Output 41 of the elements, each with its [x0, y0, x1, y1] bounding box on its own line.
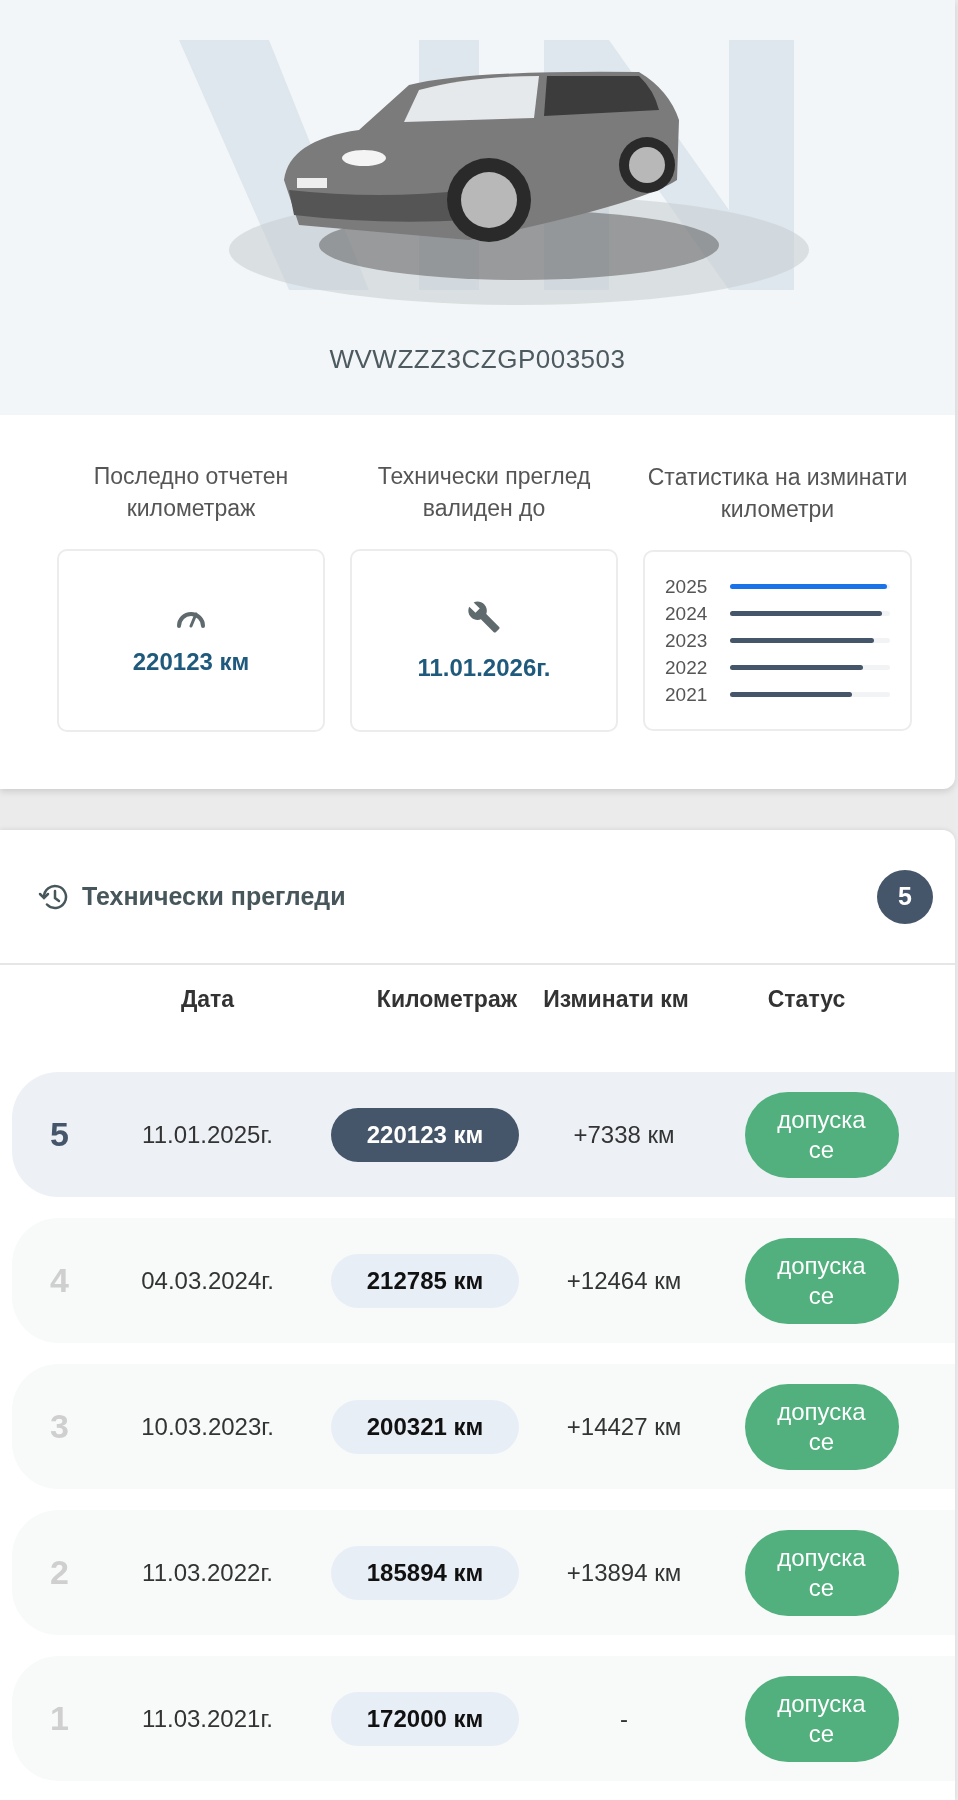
column-header: Километраж [376, 986, 517, 1012]
stat-label: Статистика на изминати километри [646, 463, 909, 524]
stat-value: 11.01.2026г. [417, 653, 551, 682]
status-pill: допуска се [744, 1091, 899, 1178]
history-icon [38, 882, 68, 911]
stat-label: Технически преглед валиден до [376, 462, 592, 523]
row-number: 5 [50, 1115, 70, 1154]
date-cell-text: 10.03.2023г. [140, 1412, 275, 1441]
count-badge: 5 [877, 869, 933, 924]
column-header: Изминати км [542, 985, 690, 1013]
distance-cell-text: +7338 км [572, 1120, 676, 1149]
mileage-pill: 200321 км [331, 1399, 519, 1454]
year-label: 2023 [665, 629, 709, 652]
wrench-icon [467, 599, 501, 634]
mileage-pill: 185894 км [331, 1545, 519, 1600]
mileage-pill: 212785 км [331, 1253, 519, 1308]
stat-value: 220123 км [132, 647, 250, 676]
status-pill: допуска се [744, 1529, 899, 1616]
distance-cell-text: - [619, 1704, 629, 1733]
status-pill: допуска се [744, 1675, 899, 1762]
date-cell-text: 11.03.2022г. [141, 1558, 274, 1587]
distance-cell-text: +12464 км [565, 1266, 683, 1295]
mileage-pill: 172000 км [331, 1691, 519, 1746]
vin-number: WVWZZZ3CZGP003503 [329, 344, 626, 375]
date-cell-text: 11.03.2021г. [141, 1704, 274, 1733]
date-cell-text: 11.01.2025г. [141, 1120, 274, 1149]
distance-cell-text: +14427 км [565, 1412, 683, 1441]
status-pill: допуска се [744, 1237, 899, 1324]
distance-cell-text: +13894 км [565, 1558, 683, 1587]
year-label: 2021 [665, 683, 709, 706]
section-title: Технически прегледи [82, 882, 347, 911]
year-label: 2024 [665, 602, 709, 625]
column-header: Дата [180, 986, 235, 1012]
column-header: Статус [767, 986, 846, 1012]
year-label: 2022 [665, 656, 709, 679]
year-label: 2025 [665, 575, 709, 598]
status-pill: допуска се [744, 1383, 899, 1470]
inspection-row[interactable]: 5 11.01.2025г. 220123 км +7338 км допуска се [12, 1072, 955, 1197]
date-cell-text: 04.03.2024г. [140, 1266, 275, 1295]
mileage-pill: 220123 км [331, 1107, 519, 1162]
stat-label: Последно отчетен километраж [92, 462, 290, 523]
